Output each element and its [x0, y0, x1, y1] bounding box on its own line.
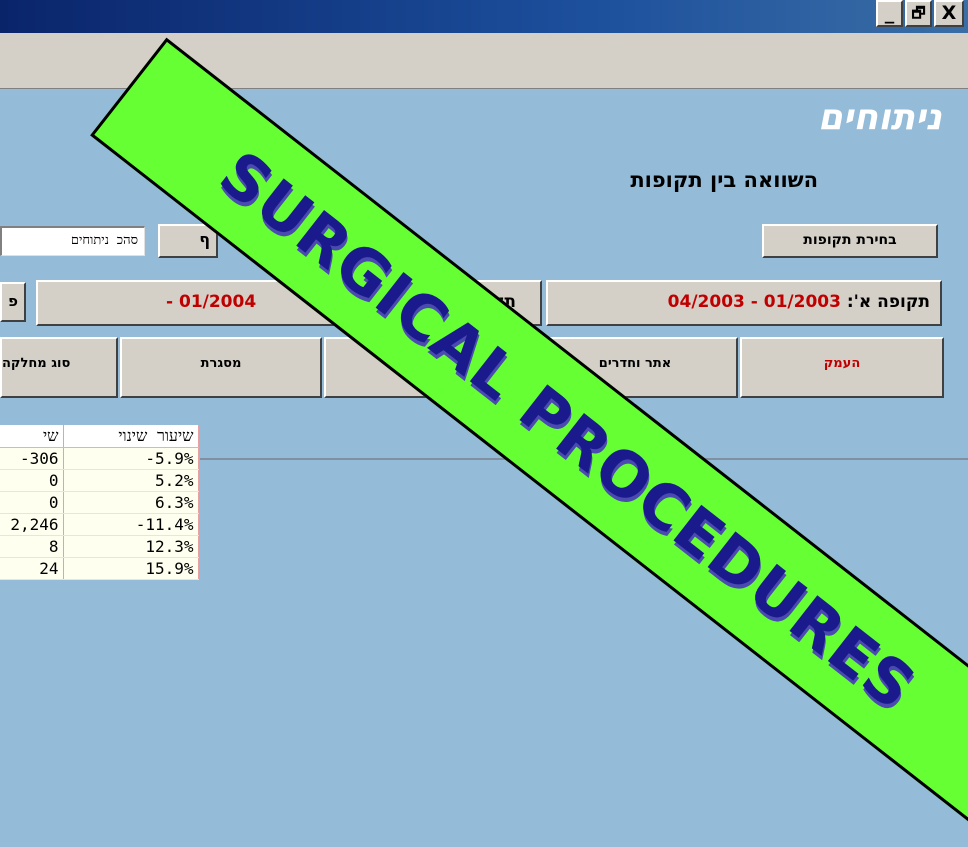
- tab-site-rooms[interactable]: אתר וחדרים: [532, 337, 738, 398]
- col-header-change-rate[interactable]: שיעור שינוי: [63, 425, 199, 448]
- tab-department-type-label: סוג מחלקה: [2, 356, 71, 371]
- data-grid: שי שיעור שינוי -306 -5.9% 0 5.2% 0 6.3% 2,2…: [0, 425, 200, 655]
- cell-change: 0: [0, 469, 64, 492]
- cell-change-rate: 5.2%: [63, 469, 199, 492]
- close-button[interactable]: X: [934, 0, 964, 27]
- cell-change-rate: 15.9%: [63, 557, 199, 580]
- tab-department-type[interactable]: סוג מחלקה: [0, 337, 118, 398]
- period-a-panel: תקופה א': 01/2003 - 04/2003: [546, 280, 942, 326]
- app-title: ניתוחים: [817, 97, 942, 138]
- cell-change: 2,246: [0, 513, 64, 536]
- restore-button[interactable]: 🗗: [905, 0, 932, 27]
- minimize-button[interactable]: _: [876, 0, 903, 27]
- table-row[interactable]: 8 12.3%: [0, 535, 199, 558]
- cell-change-rate: 12.3%: [63, 535, 199, 558]
- period-b-value: 01/2004 -: [166, 292, 257, 312]
- grid-header-divider: [200, 458, 968, 460]
- cell-change-rate: -5.9%: [63, 447, 199, 470]
- tab-site-rooms-label: אתר וחדרים: [598, 356, 672, 371]
- table-header-row: שי שיעור שינוי: [0, 425, 199, 448]
- cell-change-rate: -11.4%: [63, 513, 199, 536]
- period-b-label: תק: [491, 292, 516, 312]
- table-row[interactable]: -306 -5.9%: [0, 447, 199, 470]
- tab-framework-label: מסגרת: [200, 356, 242, 371]
- cell-change: 0: [0, 491, 64, 514]
- comparison-table: שי שיעור שינוי -306 -5.9% 0 5.2% 0 6.3% 2,2…: [0, 425, 199, 580]
- tab-haemek-label: העמק: [823, 356, 861, 371]
- table-row[interactable]: 24 15.9%: [0, 557, 199, 580]
- select-periods-button[interactable]: בחירת תקופות: [762, 224, 938, 258]
- period-b-panel: תק 01/2004 -: [36, 280, 542, 326]
- period-a-label: תקופה א':: [846, 292, 930, 312]
- cell-change-rate: 6.3%: [63, 491, 199, 514]
- window-titlebar: _ 🗗 X: [0, 0, 968, 33]
- table-row[interactable]: 0 5.2%: [0, 469, 199, 492]
- right-edge-button[interactable]: פ: [0, 282, 26, 322]
- tab-framework[interactable]: מסגרת: [120, 337, 322, 398]
- measure-select-field[interactable]: סהכ ניתוחים: [0, 226, 145, 256]
- page-subtitle: השוואה בין תקופות: [630, 168, 818, 192]
- col-header-change[interactable]: שי: [0, 425, 64, 448]
- tab-haemek[interactable]: העמק: [740, 337, 944, 398]
- table-row[interactable]: 2,246 -11.4%: [0, 513, 199, 536]
- cell-change: 24: [0, 557, 64, 580]
- table-row[interactable]: 0 6.3%: [0, 491, 199, 514]
- tab-hidden[interactable]: [324, 337, 530, 398]
- filter-button[interactable]: ף: [158, 224, 218, 258]
- menu-bar: [0, 33, 968, 89]
- cell-change: -306: [0, 447, 64, 470]
- surgical-procedures-banner: SURGICAL PROCEDURES: [90, 37, 968, 823]
- cell-change: 8: [0, 535, 64, 558]
- period-a-value: 01/2003 - 04/2003: [667, 292, 841, 312]
